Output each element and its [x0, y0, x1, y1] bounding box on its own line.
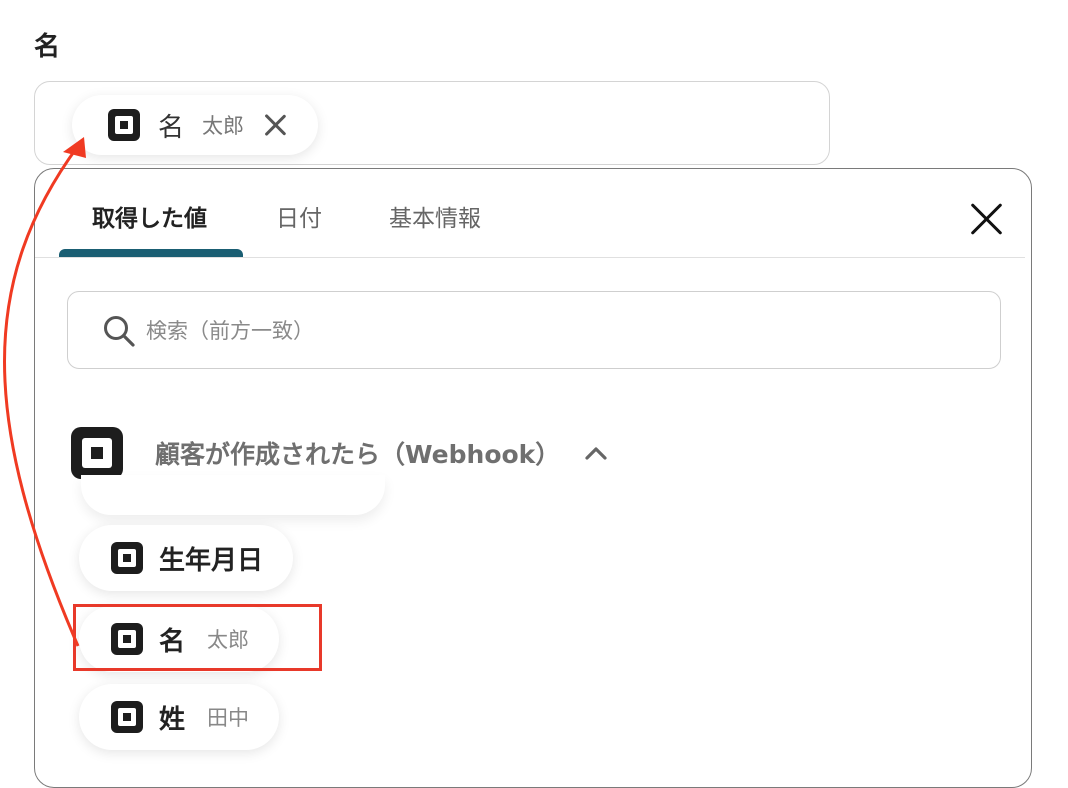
square-app-icon [111, 701, 143, 733]
active-tab-indicator [59, 249, 243, 257]
tab-retrieved-values[interactable]: 取得した値 [92, 199, 207, 233]
field-label: 名 [34, 32, 61, 62]
square-app-icon [108, 109, 140, 141]
tab-date[interactable]: 日付 [276, 199, 322, 233]
item-value: 太郎 [207, 628, 250, 652]
selected-token-chip[interactable]: 名 太郎 [72, 95, 318, 155]
tab-bar: 取得した値 日付 基本情報 [35, 169, 1025, 258]
tab-basic-info[interactable]: 基本情報 [389, 199, 481, 233]
list-item-first-name[interactable]: 名 太郎 [79, 606, 280, 672]
square-app-icon [71, 427, 123, 479]
item-value: 田中 [207, 706, 250, 730]
square-app-icon [111, 542, 143, 574]
chevron-up-icon [585, 447, 607, 460]
list-item-partial [81, 475, 385, 515]
section-header[interactable]: 顧客が作成されたら（Webhook） [71, 427, 608, 479]
search-box[interactable] [67, 291, 1001, 369]
list-item-last-name[interactable]: 姓 田中 [79, 684, 280, 750]
square-app-icon [111, 623, 143, 655]
token-name: 名 [158, 112, 185, 143]
search-input[interactable] [144, 304, 968, 358]
item-name: 姓 [159, 704, 186, 735]
close-icon[interactable] [969, 201, 1005, 237]
section-title: 顧客が作成されたら（Webhook） [155, 440, 561, 469]
search-icon [104, 316, 135, 347]
item-name: 生年月日 [159, 545, 264, 576]
list-item-birthdate[interactable]: 生年月日 [79, 525, 294, 591]
item-name: 名 [159, 626, 186, 657]
remove-token-icon[interactable] [262, 112, 288, 138]
token-value: 太郎 [202, 114, 245, 138]
